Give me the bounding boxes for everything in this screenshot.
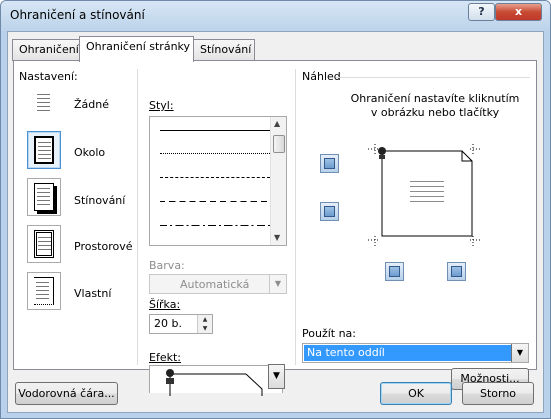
column-divider [137, 69, 138, 365]
help-button[interactable]: ? [468, 3, 495, 21]
setting-shadow-label: Stínování [74, 194, 126, 207]
setting-custom-label: Vlastní [74, 287, 112, 300]
scroll-down-icon[interactable]: ▼ [274, 234, 280, 242]
setting-none-label: Žádné [74, 98, 109, 111]
style-small-dash-line[interactable] [160, 177, 270, 178]
effect-sample-icon [166, 369, 263, 396]
tab-panel: Nastavení: Žádné Okolo Stínování Prostor… [13, 60, 537, 396]
page-shadow-icon [34, 183, 54, 211]
horizontal-line-label: Vodorovná čára... [18, 387, 115, 400]
cancel-button[interactable]: Storno [462, 382, 534, 405]
chevron-down-icon: ▼ [273, 371, 280, 381]
color-value: Automatická [180, 278, 250, 291]
page-box-icon [34, 136, 54, 164]
setting-3d-label: Prostorové [74, 240, 133, 253]
style-scrollbar[interactable]: ▲ ▼ [270, 117, 286, 245]
style-label: Styl: [149, 99, 174, 112]
page-none-icon [34, 89, 54, 117]
chevron-down-icon: ▼ [511, 344, 528, 362]
apply-to-dropdown[interactable]: Na tento oddíl ▼ [302, 343, 529, 363]
tab-label: Stínování [200, 43, 252, 56]
page-3d-icon [34, 230, 54, 258]
effect-preview[interactable] [149, 365, 283, 396]
setting-box-label: Okolo [74, 146, 106, 159]
setting-box-button[interactable] [27, 131, 61, 169]
style-dash-dot-line[interactable] [160, 225, 270, 226]
left-border-button[interactable] [385, 262, 404, 281]
scroll-up-icon[interactable]: ▲ [274, 120, 280, 128]
tab-shading[interactable]: Stínování [193, 39, 255, 61]
dialog-client: Ohraničení Ohraničení stránky Stínování … [7, 31, 544, 413]
dialog-window: Ohraničení a stínování ? x Ohraničení Oh… [0, 0, 551, 419]
horizontal-line-button[interactable]: Vodorovná čára... [15, 382, 118, 405]
border-left-icon [389, 266, 400, 277]
effect-dropdown-button[interactable]: ▼ [268, 364, 285, 389]
width-spinner[interactable]: 20 b. ▲ ▼ [149, 314, 213, 334]
right-border-button[interactable] [447, 262, 466, 281]
border-bottom-icon [324, 206, 335, 217]
top-border-button[interactable] [320, 154, 339, 173]
bottom-border-button[interactable] [320, 202, 339, 221]
scroll-thumb[interactable] [273, 135, 285, 153]
spin-down-icon[interactable]: ▼ [197, 324, 212, 333]
apply-to-value: Na tento oddíl [307, 346, 385, 359]
preview-divider [336, 77, 530, 78]
page-custom-icon [34, 277, 54, 305]
column-divider [295, 69, 296, 365]
color-dropdown[interactable]: Automatická ▼ [149, 274, 287, 294]
border-right-icon [451, 266, 462, 277]
ok-label: OK [408, 387, 424, 400]
style-listbox[interactable]: ▲ ▼ [149, 116, 287, 246]
setting-shadow-button[interactable] [27, 178, 61, 216]
width-label: Šířka: [149, 298, 181, 311]
title-bar[interactable]: Ohraničení a stínování ? x [1, 1, 550, 31]
preview-hint-1: Ohraničení nastavíte kliknutím [350, 92, 520, 105]
tab-label: Ohraničení stránky [86, 40, 191, 53]
color-label: Barva: [149, 259, 185, 272]
effect-label: Efekt: [149, 351, 181, 364]
preview-page[interactable] [368, 144, 488, 254]
cancel-label: Storno [479, 387, 517, 400]
dialog-title: Ohraničení a stínování [10, 8, 145, 22]
settings-label: Nastavení: [19, 70, 78, 83]
width-value: 20 b. [154, 317, 182, 330]
tab-page-border[interactable]: Ohraničení stránky [79, 36, 194, 62]
chevron-down-icon: ▼ [269, 275, 286, 293]
ok-button[interactable]: OK [380, 382, 452, 405]
style-dotted-line[interactable] [160, 153, 270, 154]
border-top-icon [324, 158, 335, 169]
setting-custom-button[interactable] [27, 272, 61, 310]
close-button[interactable]: x [495, 3, 542, 21]
apply-to-label: Použít na: [302, 327, 357, 340]
setting-none-button[interactable] [27, 84, 61, 122]
preview-label: Náhled [302, 70, 341, 83]
style-solid-line[interactable] [160, 130, 270, 131]
tab-label: Ohraničení [19, 43, 79, 56]
spin-up-icon[interactable]: ▲ [197, 315, 212, 324]
preview-hint-2: v obrázku nebo tlačítky [370, 106, 500, 119]
setting-3d-button[interactable] [27, 225, 61, 263]
tab-borders[interactable]: Ohraničení [12, 39, 80, 61]
style-dash-line[interactable] [160, 201, 270, 202]
